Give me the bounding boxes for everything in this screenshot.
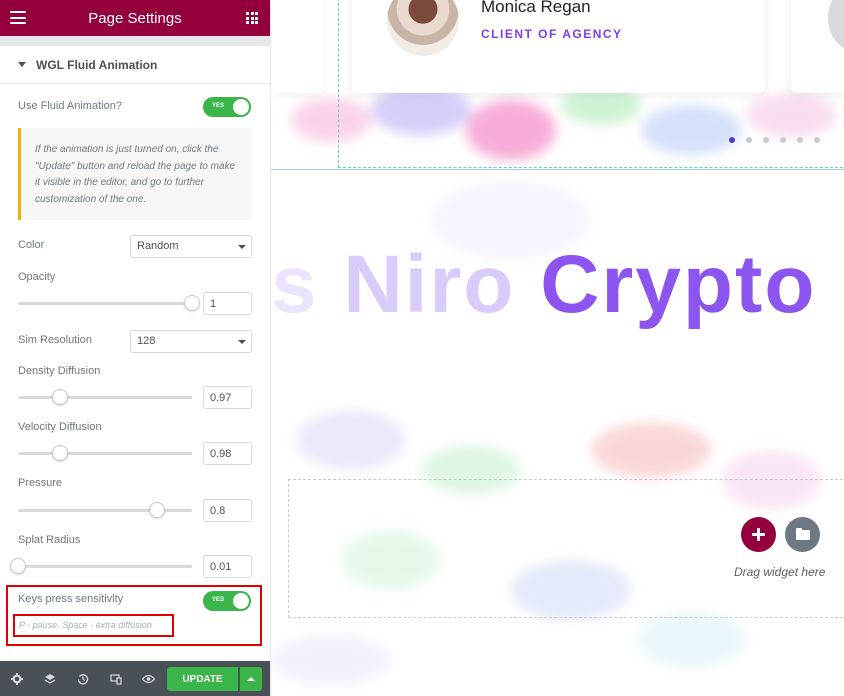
keys-press-hint: P - pause. Space - extra diffusion (19, 620, 152, 630)
section-title: WGL Fluid Animation (36, 57, 158, 72)
editor-preview: Monica Regan CLIENT OF AGENCY s Niro Cry… (271, 0, 844, 696)
keys-press-toggle[interactable]: YES (203, 591, 251, 611)
opacity-slider-handle[interactable] (184, 295, 200, 311)
toggle-text: YES (212, 597, 225, 603)
panel-footer: UPDATE (0, 661, 270, 696)
headline-part-1: s (271, 239, 344, 330)
color-select-value: Random (137, 240, 179, 252)
testimonial-card-prev (271, 0, 324, 93)
use-fluid-label: Use Fluid Animation? (18, 100, 122, 112)
panel-title: Page Settings (88, 9, 182, 27)
pressure-slider[interactable] (18, 502, 192, 518)
chevron-down-icon (238, 340, 246, 344)
info-note: If the animation is just turned on, clic… (18, 128, 252, 220)
preview-eye-icon[interactable] (132, 661, 165, 696)
add-section-plus-icon[interactable] (741, 517, 776, 552)
velocity-diffusion-input[interactable]: 0.98 (203, 442, 252, 465)
slider-dot[interactable] (763, 137, 769, 143)
template-library-folder-icon[interactable] (785, 517, 820, 552)
update-options-button[interactable] (240, 667, 262, 691)
density-diffusion-input[interactable]: 0.97 (203, 386, 252, 409)
navigator-layers-icon[interactable] (33, 661, 66, 696)
toggle-text: YES (212, 103, 225, 109)
slider-dot[interactable] (797, 137, 803, 143)
update-button[interactable]: UPDATE (167, 667, 238, 691)
chevron-down-icon (238, 245, 246, 249)
splat-radius-slider[interactable] (10, 558, 192, 574)
settings-panel: Page Settings WGL Fluid Animation Use Fl… (0, 0, 271, 696)
chevron-up-icon (247, 677, 255, 681)
splat-radius-slider-handle[interactable] (10, 558, 26, 574)
velocity-diffusion-label: Velocity Diffusion (18, 421, 102, 433)
opacity-label: Opacity (18, 271, 56, 283)
density-diffusion-slider[interactable] (18, 389, 192, 405)
sim-resolution-select[interactable]: 128 (130, 330, 252, 353)
headline-part-3: Crypto (540, 239, 817, 330)
keys-press-label: Keys press sensitivity (18, 593, 124, 605)
color-label: Color (18, 239, 45, 251)
splat-radius-label: Splat Radius (18, 534, 81, 546)
widgets-grid-icon[interactable] (246, 12, 258, 24)
client-role: CLIENT OF AGENCY (481, 27, 623, 41)
settings-gear-icon[interactable] (0, 661, 33, 696)
pressure-label: Pressure (18, 477, 63, 489)
splat-radius-input[interactable]: 0.01 (203, 555, 252, 578)
caret-down-icon (18, 62, 26, 67)
slider-dot[interactable] (729, 137, 735, 143)
drag-widget-hint: Drag widget here (734, 565, 826, 579)
panel-header: Page Settings (0, 0, 270, 36)
section-toggle-wgl-fluid[interactable]: WGL Fluid Animation (0, 46, 270, 84)
client-name: Monica Regan (481, 0, 591, 16)
slider-pagination (729, 137, 820, 143)
velocity-diffusion-slider[interactable] (18, 445, 192, 461)
hamburger-menu-icon[interactable] (10, 11, 26, 24)
pressure-input[interactable]: 0.8 (203, 499, 252, 522)
color-select[interactable]: Random (130, 235, 252, 258)
velocity-diffusion-slider-handle[interactable] (51, 445, 68, 461)
slider-dot[interactable] (780, 137, 786, 143)
responsive-mode-icon[interactable] (99, 661, 132, 696)
sim-resolution-label: Sim Resolution (18, 334, 92, 346)
pressure-slider-handle[interactable] (149, 502, 166, 518)
use-fluid-toggle[interactable]: YES (203, 97, 251, 117)
sim-resolution-value: 128 (137, 335, 156, 347)
slider-dot[interactable] (746, 137, 752, 143)
toggle-knob (233, 593, 249, 609)
history-icon[interactable] (66, 661, 99, 696)
opacity-slider[interactable] (18, 295, 200, 311)
slider-dot[interactable] (814, 137, 820, 143)
panel-subheader (0, 36, 270, 46)
headline-part-2: Niro (343, 239, 541, 330)
section-guide-line (271, 169, 844, 170)
hero-headline: s Niro Crypto (271, 238, 816, 332)
opacity-input[interactable]: 1 (203, 292, 252, 315)
density-diffusion-slider-handle[interactable] (51, 389, 68, 405)
density-diffusion-label: Density Diffusion (18, 365, 101, 377)
toggle-knob (233, 99, 249, 115)
